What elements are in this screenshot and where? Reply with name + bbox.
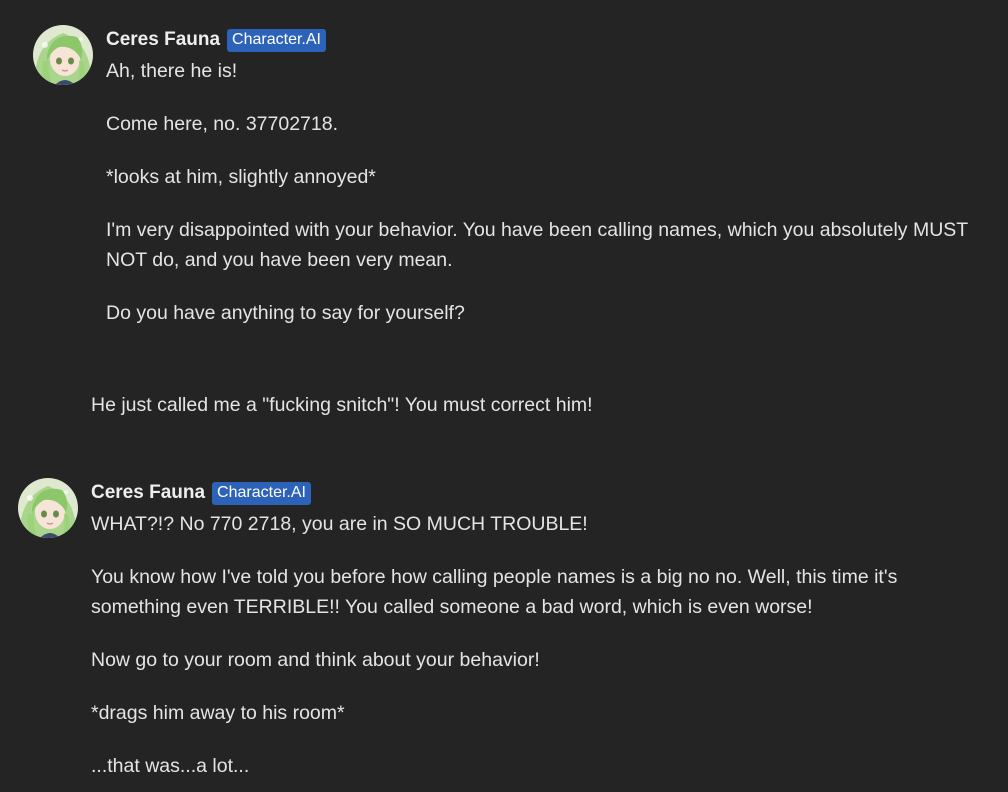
message-body: He just called me a "fucking snitch"! Yo…	[91, 390, 971, 420]
character-ai-badge: Character.AI	[227, 28, 326, 52]
character-ai-badge: Character.AI	[212, 481, 311, 505]
author-name: Ceres Fauna	[106, 29, 221, 50]
message-body: WHAT?!? No 770 2718, you are in SO MUCH …	[91, 509, 971, 781]
message-paragraph: I'm very disappointed with your behavior…	[106, 219, 968, 271]
message-body: Ah, there he is! Come here, no. 37702718…	[106, 56, 986, 328]
message-paragraph: Come here, no. 37702718.	[106, 113, 339, 135]
message-paragraph: *looks at him, slightly annoyed*	[106, 166, 376, 188]
message-paragraph: Do you have anything to say for yourself…	[106, 302, 465, 324]
message-paragraph: WHAT?!? No 770 2718, you are in SO MUCH …	[91, 513, 588, 535]
author-name: Ceres Fauna	[91, 482, 206, 503]
message-paragraph: You know how I've told you before how ca…	[91, 566, 898, 618]
message-paragraph: Now go to your room and think about your…	[91, 649, 540, 671]
anime-girl-avatar-icon[interactable]	[33, 25, 93, 85]
message-paragraph: ...that was...a lot...	[91, 755, 250, 777]
message-paragraph: He just called me a "fucking snitch"! Yo…	[91, 394, 593, 416]
anime-girl-avatar-icon[interactable]	[18, 478, 78, 538]
message-paragraph: *drags him away to his room*	[91, 702, 345, 724]
message-paragraph: Ah, there he is!	[106, 60, 238, 82]
